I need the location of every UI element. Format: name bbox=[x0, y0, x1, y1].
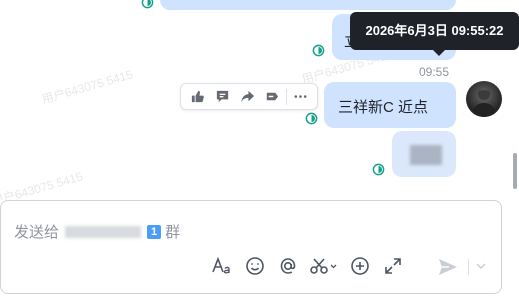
image-message[interactable] bbox=[392, 131, 456, 177]
read-status-icon bbox=[305, 112, 318, 125]
scrollbar-thumb[interactable] bbox=[513, 153, 517, 189]
group-badge: 1 bbox=[147, 224, 162, 239]
watermark: 用户643075 5415 bbox=[0, 169, 85, 200]
send-icon bbox=[439, 259, 457, 275]
scissors-icon bbox=[310, 258, 337, 274]
thumbs-up-icon bbox=[191, 90, 204, 103]
screenshot-button[interactable] bbox=[308, 253, 340, 279]
placeholder-prefix: 发送给 bbox=[14, 224, 60, 241]
emoji-button[interactable] bbox=[242, 253, 268, 279]
send-options-button[interactable] bbox=[473, 256, 489, 276]
avatar-photo-icon bbox=[472, 88, 496, 117]
send-button[interactable] bbox=[435, 254, 461, 280]
thumbs-up-button[interactable] bbox=[186, 86, 208, 108]
message-composer[interactable]: 发送给 1 群 bbox=[0, 200, 502, 294]
reply-icon bbox=[216, 90, 228, 103]
message-bubble[interactable] bbox=[160, 0, 456, 10]
redacted-recipient-name bbox=[65, 225, 142, 238]
read-status-icon bbox=[312, 44, 325, 57]
tooltip-arrow bbox=[432, 49, 446, 56]
reply-button[interactable] bbox=[211, 86, 233, 108]
font-format-icon bbox=[212, 256, 230, 274]
watermark: 用户643075 5415 bbox=[40, 67, 135, 107]
chevron-down-icon bbox=[476, 263, 486, 269]
pin-button[interactable] bbox=[261, 86, 283, 108]
timestamp-tooltip: 2026年6月3日 09:55:22 bbox=[350, 12, 519, 50]
emoji-icon bbox=[246, 257, 264, 275]
font-format-button[interactable] bbox=[209, 253, 235, 279]
mention-button[interactable] bbox=[275, 253, 301, 279]
pin-icon bbox=[267, 92, 279, 101]
message-time: 09:55 bbox=[419, 65, 450, 79]
mention-icon bbox=[280, 258, 296, 274]
composer-placeholder[interactable]: 发送给 1 群 bbox=[14, 221, 180, 242]
forward-icon bbox=[240, 90, 254, 103]
chat-area: 用户643075 5415 用户643075 5415 用户643075 541… bbox=[0, 0, 519, 200]
expand-button[interactable] bbox=[380, 253, 406, 279]
message-action-bar bbox=[180, 83, 318, 110]
composer-toolbar bbox=[209, 253, 413, 279]
divider bbox=[285, 88, 287, 105]
placeholder-suffix: 群 bbox=[165, 224, 181, 241]
add-icon bbox=[351, 257, 369, 275]
read-status-icon bbox=[372, 163, 385, 176]
avatar[interactable] bbox=[466, 81, 502, 117]
read-status-icon bbox=[141, 0, 154, 9]
message-text: 三祥新C 近点 bbox=[338, 99, 429, 116]
divider bbox=[468, 259, 469, 275]
forward-button[interactable] bbox=[236, 86, 258, 108]
more-icon bbox=[294, 95, 307, 98]
add-button[interactable] bbox=[347, 253, 373, 279]
more-button[interactable] bbox=[290, 86, 312, 108]
blurred-image bbox=[410, 145, 442, 165]
expand-icon bbox=[385, 258, 401, 274]
